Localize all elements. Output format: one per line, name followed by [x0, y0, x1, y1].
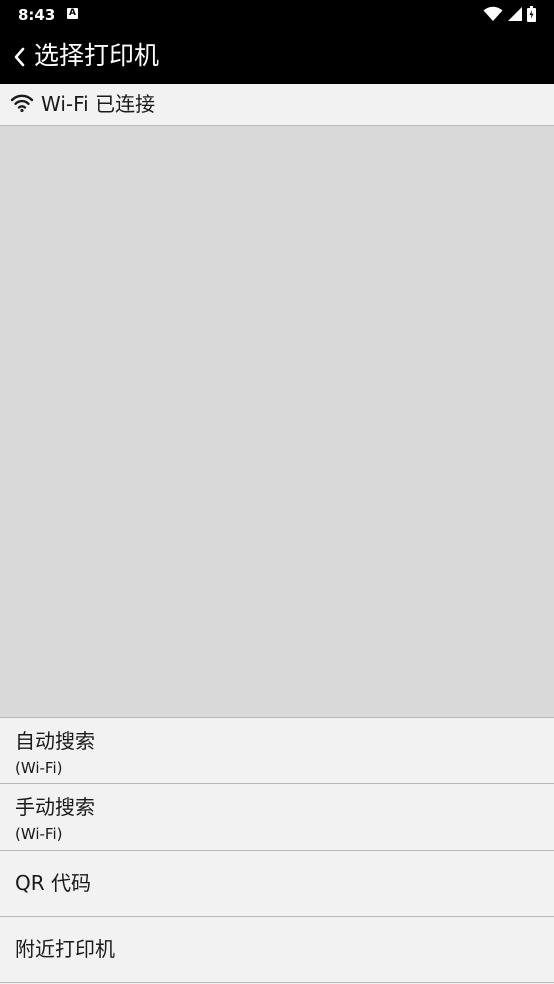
status-icons — [483, 6, 536, 22]
wifi-status-icon — [483, 6, 503, 21]
app-bar: 选择打印机 — [0, 30, 554, 84]
nearby-printers-title: 附近打印机 — [15, 937, 115, 961]
page-title: 选择打印机 — [34, 41, 160, 70]
qr-code-title: QR 代码 — [15, 871, 91, 895]
printer-list[interactable] — [0, 126, 554, 717]
wifi-connection-status: Wi-Fi 已连接 — [0, 84, 554, 126]
notification-a-icon: A — [67, 8, 78, 19]
qr-code-option[interactable]: QR 代码 — [0, 850, 554, 916]
wifi-status-text: Wi-Fi 已连接 — [41, 92, 156, 116]
manual-search-title: 手动搜索 — [15, 795, 95, 819]
nearby-printers-option[interactable]: 附近打印机 — [0, 916, 554, 982]
bottom-divider — [0, 982, 554, 983]
status-time: 8:43 — [18, 6, 56, 24]
manual-search-subtitle: (Wi-Fi) — [15, 825, 63, 843]
back-button[interactable] — [10, 44, 32, 70]
auto-search-title: 自动搜索 — [15, 729, 95, 753]
status-bar: 8:43 A — [0, 0, 554, 30]
battery-icon — [527, 6, 536, 22]
signal-icon — [508, 7, 522, 21]
auto-search-subtitle: (Wi-Fi) — [15, 759, 63, 777]
manual-search-option[interactable]: 手动搜索 (Wi-Fi) — [0, 783, 554, 849]
chevron-left-icon — [14, 47, 25, 67]
auto-search-option[interactable]: 自动搜索 (Wi-Fi) — [0, 717, 554, 783]
wifi-icon — [10, 94, 34, 112]
